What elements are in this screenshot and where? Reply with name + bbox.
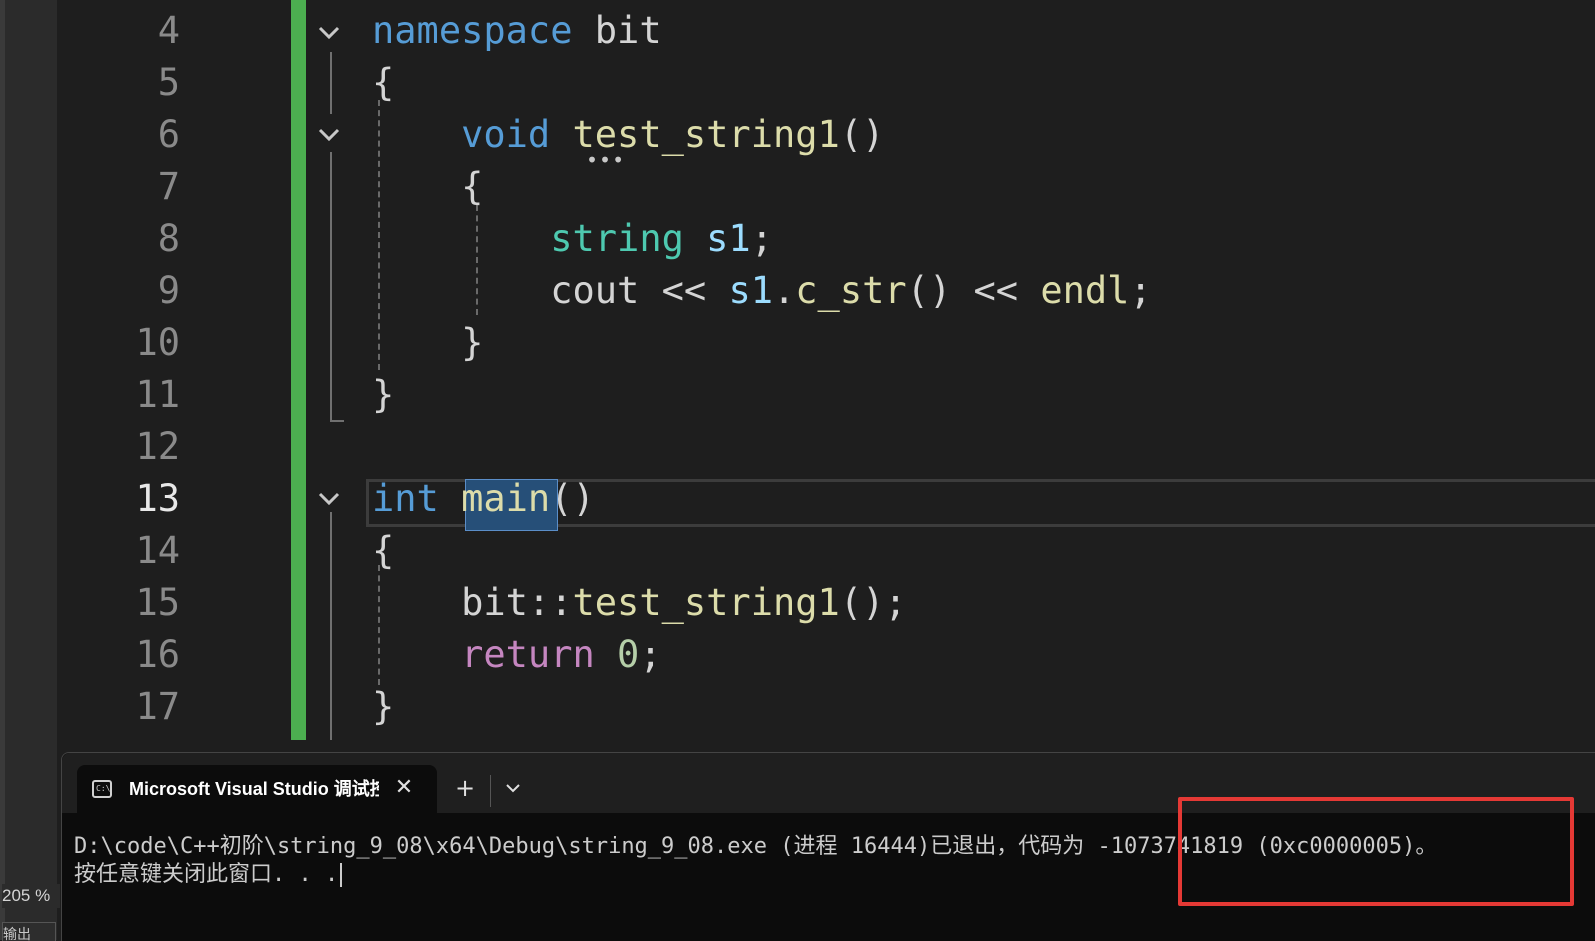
line-number: 4 xyxy=(157,9,180,52)
line-number: 14 xyxy=(135,529,180,572)
outline-guide xyxy=(330,512,332,740)
text-cursor xyxy=(340,863,343,887)
code-line-9[interactable]: cout << s1.c_str() << endl; xyxy=(372,265,1152,317)
line-number: 12 xyxy=(135,425,180,468)
code-line-14[interactable]: { xyxy=(372,525,394,577)
line-number: 7 xyxy=(157,165,180,208)
code-line-11[interactable]: } xyxy=(372,369,394,421)
code-line-16[interactable]: return 0; xyxy=(372,629,662,681)
exit-code-highlight-box xyxy=(1178,797,1574,906)
outline-guide xyxy=(330,52,332,114)
plus-icon[interactable]: + xyxy=(450,773,480,803)
line-number: 5 xyxy=(157,61,180,104)
fold-chevron-icon[interactable] xyxy=(314,484,344,514)
output-tab[interactable]: 输出 xyxy=(2,922,56,941)
code-line-6[interactable]: void test_string1() xyxy=(372,109,884,161)
line-number: 11 xyxy=(135,373,180,416)
line-number: 9 xyxy=(157,269,180,312)
editor-left-margin xyxy=(0,0,57,940)
code-line-15[interactable]: bit::test_string1(); xyxy=(372,577,907,629)
code-line-8[interactable]: string s1; xyxy=(372,213,773,265)
line-number: 15 xyxy=(135,581,180,624)
code-line-17[interactable]: } xyxy=(372,681,394,733)
line-number: 8 xyxy=(157,217,180,260)
console-icon: C:\ xyxy=(92,780,112,798)
code-line-10[interactable]: } xyxy=(372,317,483,369)
code-line-5[interactable]: { xyxy=(372,57,394,109)
tab-separator xyxy=(490,775,491,807)
terminal-tab[interactable]: C:\ Microsoft Visual Studio 调试控 ✕ xyxy=(77,765,437,813)
line-number-current: 13 xyxy=(135,477,180,520)
code-line-13[interactable]: int main() xyxy=(372,473,595,525)
line-number: 6 xyxy=(157,113,180,156)
line-number: 17 xyxy=(135,685,180,728)
zoom-level[interactable]: 205 % xyxy=(2,884,60,908)
change-tracking-bar xyxy=(291,0,306,740)
line-number: 16 xyxy=(135,633,180,676)
fold-chevron-icon[interactable] xyxy=(314,120,344,150)
fold-chevron-icon[interactable] xyxy=(314,18,344,48)
terminal-tab-title: Microsoft Visual Studio 调试控 xyxy=(129,779,379,799)
code-line-7[interactable]: { xyxy=(372,161,483,213)
chevron-down-icon[interactable] xyxy=(498,773,528,803)
line-number: 10 xyxy=(135,321,180,364)
close-icon[interactable]: ✕ xyxy=(389,773,419,803)
code-line-4[interactable]: namespace bit xyxy=(372,5,662,57)
terminal-prompt-line: 按任意键关闭此窗口. . . xyxy=(74,861,343,889)
outline-guide xyxy=(330,152,332,422)
outline-guide-end xyxy=(330,420,344,422)
